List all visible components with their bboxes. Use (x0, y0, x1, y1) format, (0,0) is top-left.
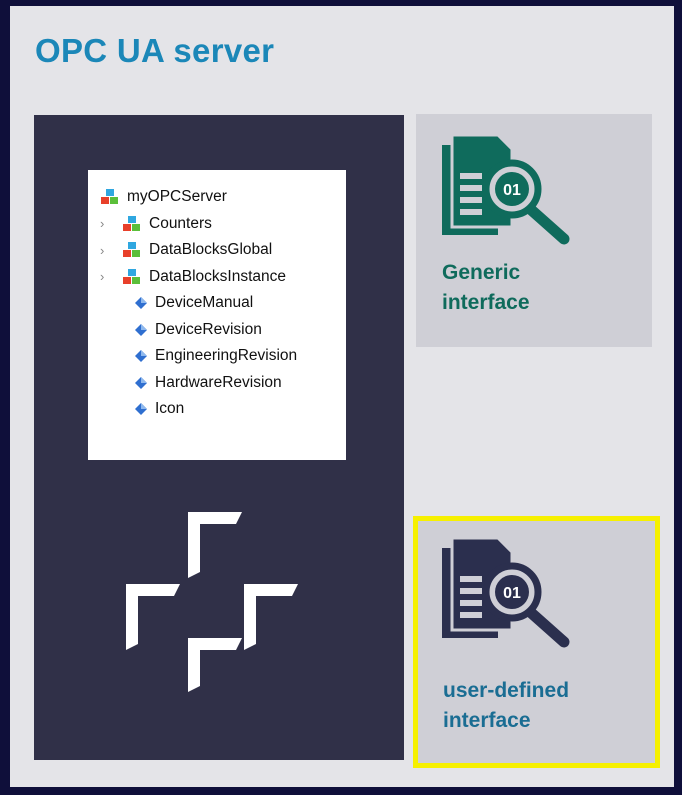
property-diamond-icon (134, 376, 148, 390)
tree-item[interactable]: DeviceManual (100, 291, 253, 315)
chevron-right-icon[interactable]: › (100, 269, 122, 284)
tree-item-label: Counters (149, 214, 212, 232)
tree-item-label: HardwareRevision (155, 373, 282, 391)
chevron-right-icon[interactable]: › (100, 243, 122, 258)
generic-label-line2: interface (442, 291, 530, 314)
tree-item[interactable]: Icon (100, 397, 184, 421)
tree-item-label: DataBlocksGlobal (149, 241, 273, 258)
folder-cubes-icon (122, 215, 142, 233)
tree-item[interactable]: › DataBlocksGlobal (100, 238, 272, 262)
tree-item[interactable]: EngineeringRevision (100, 344, 297, 368)
generic-label-line1: Generic (442, 261, 521, 284)
tree-item-label: DeviceManual (155, 294, 254, 311)
tree-item[interactable]: › Counters (100, 212, 212, 236)
user-defined-label-line2: interface (443, 709, 531, 732)
tree-root: myOPCServer (100, 185, 227, 209)
tree-item-label: DataBlocksInstance (149, 267, 286, 285)
tree-item-label: EngineeringRevision (155, 347, 298, 364)
document-search-icon: 01 (442, 133, 570, 245)
tree-item-label: DeviceRevision (155, 320, 262, 338)
server-cubes-icon (100, 188, 120, 206)
folder-cubes-icon (122, 268, 142, 286)
document-search-icon: 01 (442, 536, 570, 648)
property-diamond-icon (134, 296, 148, 310)
generic-interface-label: Generic interface (442, 258, 530, 318)
user-defined-badge: 01 (503, 585, 521, 602)
tree-root-label: myOPCServer (127, 188, 227, 205)
folder-cubes-icon (122, 241, 142, 259)
property-diamond-icon (134, 323, 148, 337)
tree-item[interactable]: HardwareRevision (100, 371, 282, 395)
generic-badge: 01 (503, 182, 521, 199)
property-diamond-icon (134, 349, 148, 363)
expand-arrows-icon (126, 512, 298, 692)
user-defined-interface-label: user-defined interface (443, 676, 569, 736)
tree-item[interactable]: DeviceRevision (100, 318, 262, 342)
address-space-tree: myOPCServer › Counters › DataBlocksGlobal › D… (88, 170, 346, 460)
chevron-right-icon[interactable]: › (100, 216, 122, 231)
property-diamond-icon (134, 402, 148, 416)
user-defined-label-line1: user-defined (443, 679, 570, 702)
page-title: OPC UA server (35, 32, 275, 69)
tree-item-label: Icon (155, 400, 185, 417)
tree-item[interactable]: › DataBlocksInstance (100, 265, 286, 289)
